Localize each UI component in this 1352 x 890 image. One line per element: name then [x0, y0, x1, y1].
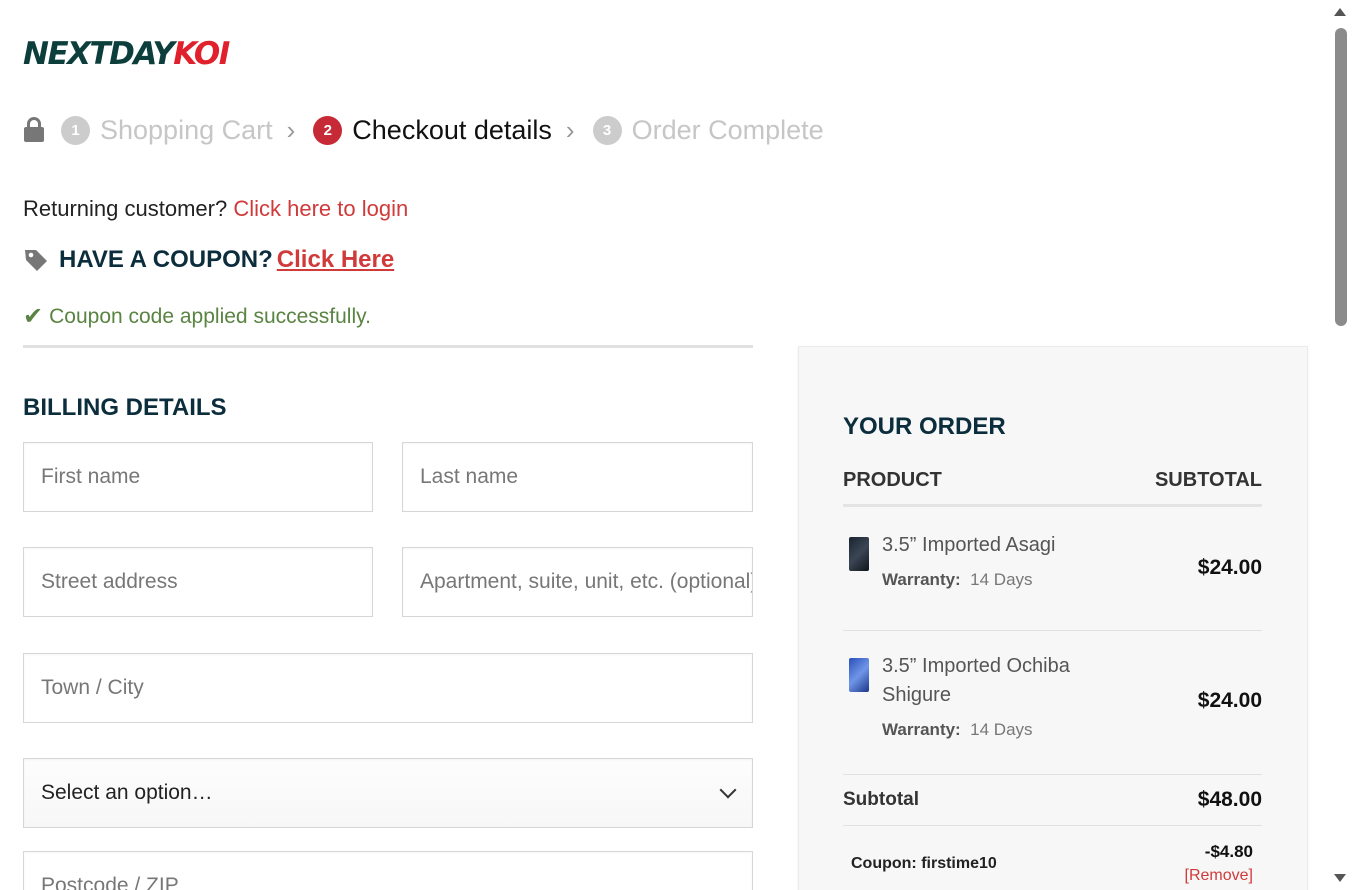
subtotal-column-header: SUBTOTAL [1154, 469, 1262, 491]
coupon-amount: -$4.80 [1204, 842, 1253, 861]
product-column-header: PRODUCT [843, 469, 942, 491]
coupon-notice: HAVE A COUPON? Click Here [23, 246, 394, 274]
billing-details-title: BILLING DETAILS [23, 394, 227, 421]
coupon-success-message: ✔ Coupon code applied successfully. [23, 302, 371, 331]
order-item: 3.5” Imported Asagi Warranty: 14 Days $2… [843, 531, 1262, 621]
product-thumbnail [849, 537, 869, 571]
chevron-right-icon: › [565, 114, 575, 145]
step-shopping-cart[interactable]: Shopping Cart [100, 115, 273, 146]
step-number-3: 3 [592, 115, 622, 145]
chevron-right-icon: › [286, 114, 296, 145]
row-divider [843, 630, 1262, 631]
subtotal-value: $48.00 [1197, 788, 1262, 811]
step-number-2: 2 [313, 115, 343, 145]
coupon-heading: HAVE A COUPON? [59, 246, 273, 273]
scrollbar-thumb[interactable] [1335, 28, 1347, 326]
step-number-1: 1 [61, 115, 90, 145]
first-name-field[interactable]: First name [23, 442, 373, 512]
warranty-value: 14 Days [970, 570, 1033, 589]
subtotal-label: Subtotal [843, 789, 919, 810]
coupon-click-here-link[interactable]: Click Here [277, 246, 394, 274]
item-price: $24.00 [1197, 556, 1262, 579]
town-city-field[interactable]: Town / City [23, 653, 753, 723]
returning-customer-text: Returning customer? [23, 196, 228, 221]
login-link[interactable]: Click here to login [233, 196, 408, 221]
order-summary: YOUR ORDER PRODUCT SUBTOTAL 3.5” Importe… [798, 346, 1308, 890]
scroll-up-arrow-icon[interactable] [1334, 8, 1346, 16]
row-divider [843, 774, 1262, 775]
checkmark-icon: ✔ [23, 303, 44, 330]
tag-icon [25, 250, 47, 271]
lock-icon [23, 117, 45, 143]
order-title: YOUR ORDER [843, 413, 1006, 440]
returning-customer-notice: Returning customer? Click here to login [23, 196, 408, 222]
order-table-header: PRODUCT SUBTOTAL [843, 469, 1262, 507]
success-text: Coupon code applied successfully. [49, 304, 371, 328]
logo-part-nextday: NEXTDAY [23, 36, 175, 72]
postcode-field[interactable]: Postcode / ZIP [23, 851, 753, 890]
item-name: 3.5” Imported Ochiba Shigure [882, 655, 1070, 706]
item-price: $24.00 [1197, 689, 1262, 712]
product-thumbnail [849, 658, 869, 692]
item-name: 3.5” Imported Asagi [882, 534, 1056, 556]
step-order-complete: Order Complete [631, 114, 824, 145]
warranty-value: 14 Days [970, 720, 1033, 739]
logo-part-koi: KOI [173, 36, 230, 72]
row-divider [843, 825, 1262, 826]
chevron-down-icon [719, 781, 737, 799]
checkout-steps: 1 Shopping Cart › 2 Checkout details › 3… [23, 112, 824, 148]
item-warranty: Warranty: 14 Days [882, 570, 1033, 590]
item-warranty: Warranty: 14 Days [882, 720, 1033, 740]
warranty-label: Warranty: [882, 570, 961, 589]
step-checkout-details[interactable]: Checkout details [352, 115, 552, 146]
warranty-label: Warranty: [882, 720, 961, 739]
coupon-label: Coupon: firstime10 [851, 855, 997, 872]
subtotal-row: Subtotal $48.00 [843, 785, 1262, 815]
apartment-field[interactable]: Apartment, suite, unit, etc. (optional) [402, 547, 753, 617]
street-address-field[interactable]: Street address [23, 547, 373, 617]
order-item: 3.5” Imported Ochiba Shigure Warranty: 1… [843, 652, 1262, 772]
country-select[interactable]: Select an option… [23, 758, 753, 828]
scroll-down-arrow-icon[interactable] [1334, 874, 1346, 882]
site-logo[interactable]: NEXTDAYKOI [23, 36, 230, 72]
divider [23, 345, 753, 348]
coupon-remove-link[interactable]: [Remove] [1185, 867, 1253, 885]
country-select-value: Select an option… [41, 781, 213, 804]
last-name-field[interactable]: Last name [402, 442, 753, 512]
